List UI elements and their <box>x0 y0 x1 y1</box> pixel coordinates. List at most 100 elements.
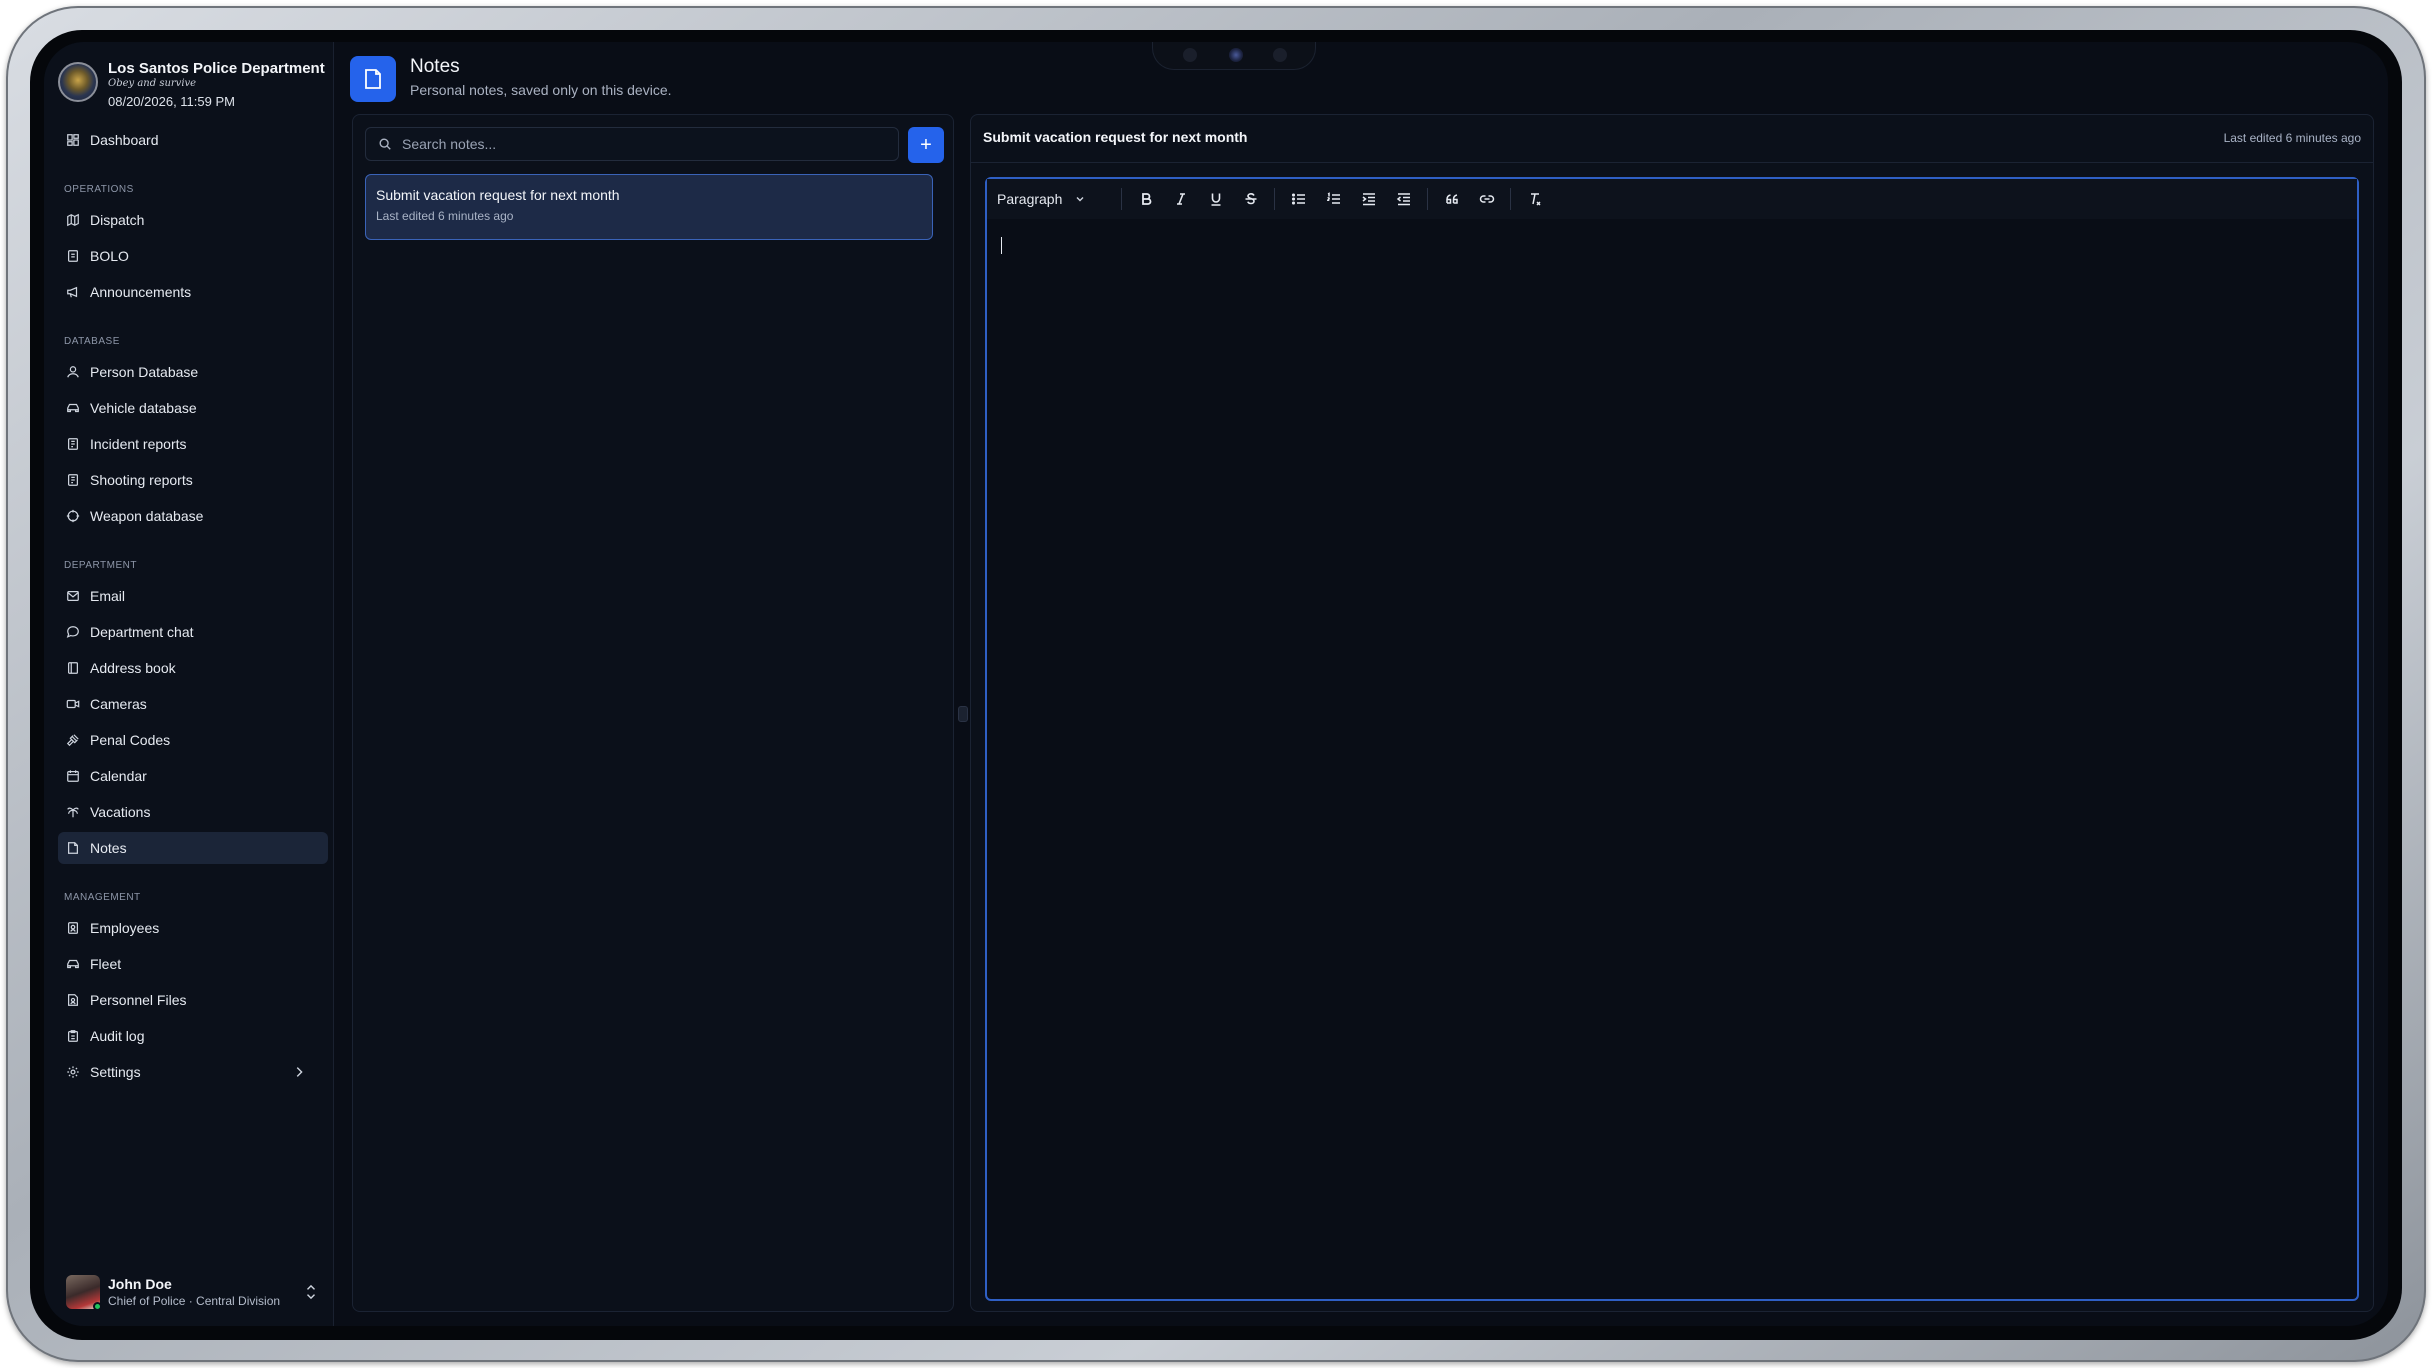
user-icon <box>67 366 79 378</box>
outdent-button[interactable] <box>1386 184 1421 214</box>
section-management: MANAGEMENT <box>64 892 141 903</box>
department-seal-logo <box>58 62 98 102</box>
user-menu[interactable]: John Doe Chief of Police · Central Divis… <box>58 1270 328 1314</box>
file-user-icon <box>68 994 78 1006</box>
toolbar-divider <box>1427 188 1428 210</box>
sidebar-item-label: Incident reports <box>90 436 187 452</box>
search-box[interactable] <box>365 127 899 161</box>
sidebar-item-label: Announcements <box>90 284 192 300</box>
sidebar-item-calendar[interactable]: Calendar <box>58 760 328 792</box>
report-icon <box>68 438 78 450</box>
outdent-icon <box>1396 193 1410 206</box>
address-book-icon <box>68 662 78 674</box>
rich-text-editor: Paragraph <box>985 177 2359 1301</box>
video-camera-icon <box>66 699 80 709</box>
sensor-icon <box>1273 48 1287 62</box>
sidebar-item-label: Calendar <box>90 768 147 784</box>
calendar-icon <box>67 770 79 782</box>
sidebar-item-label: Vacations <box>90 804 151 820</box>
section-operations: OPERATIONS <box>64 184 134 195</box>
add-note-button[interactable]: + <box>908 127 944 163</box>
id-badge-icon <box>68 922 78 934</box>
gear-icon <box>67 1066 79 1078</box>
quote-button[interactable] <box>1434 184 1469 214</box>
section-database: DATABASE <box>64 336 120 347</box>
chevron-up-down-icon[interactable] <box>304 1284 318 1300</box>
sidebar-item-bolo[interactable]: BOLO <box>58 240 328 272</box>
sidebar-item-announcements[interactable]: Announcements <box>58 276 328 308</box>
toolbar-divider <box>1121 188 1122 210</box>
search-input[interactable] <box>402 136 882 152</box>
sidebar-item-person-database[interactable]: Person Database <box>58 356 328 388</box>
sidebar-item-vehicle-database[interactable]: Vehicle database <box>58 392 328 424</box>
editor-content-area[interactable] <box>987 219 2357 1299</box>
car-icon <box>67 403 79 413</box>
sidebar-item-incident-reports[interactable]: Incident reports <box>58 428 328 460</box>
panel-resize-handle[interactable] <box>958 706 968 722</box>
section-department: DEPARTMENT <box>64 560 137 571</box>
sidebar-item-label: Audit log <box>90 1028 145 1044</box>
sidebar-item-audit-log[interactable]: Audit log <box>58 1020 328 1052</box>
page-subtitle: Personal notes, saved only on this devic… <box>410 82 672 98</box>
sidebar-item-email[interactable]: Email <box>58 580 328 612</box>
sidebar-item-employees[interactable]: Employees <box>58 912 328 944</box>
palm-tree-icon <box>67 807 79 818</box>
search-icon <box>379 138 391 150</box>
sidebar-item-label: BOLO <box>90 248 129 264</box>
sidebar-item-personnel-files[interactable]: Personnel Files <box>58 984 328 1016</box>
note-icon <box>68 842 78 854</box>
italic-button[interactable] <box>1163 184 1198 214</box>
camera-notch <box>1152 42 1316 70</box>
sidebar-item-label: Shooting reports <box>90 472 193 488</box>
italic-icon <box>1176 193 1185 205</box>
org-name: Los Santos Police Department <box>108 60 325 77</box>
tablet-bezel: Los Santos Police Department Obey and su… <box>30 30 2402 1340</box>
toolbar-divider <box>1274 188 1275 210</box>
numbered-list-button[interactable] <box>1316 184 1351 214</box>
block-type-select[interactable]: Paragraph <box>997 191 1115 207</box>
bullet-list-button[interactable] <box>1281 184 1316 214</box>
indent-button[interactable] <box>1351 184 1386 214</box>
clear-format-button[interactable] <box>1517 184 1552 214</box>
sidebar-item-label: Address book <box>90 660 176 676</box>
sidebar-item-label: Personnel Files <box>90 992 187 1008</box>
note-title: Submit vacation request for next month <box>376 187 620 203</box>
sidebar-item-fleet[interactable]: Fleet <box>58 948 328 980</box>
editor-header: Submit vacation request for next month L… <box>971 115 2373 163</box>
sidebar-item-notes[interactable]: Notes <box>58 832 328 864</box>
sidebar-item-address-book[interactable]: Address book <box>58 652 328 684</box>
sidebar-item-dispatch[interactable]: Dispatch <box>58 204 328 236</box>
sidebar-item-label: Email <box>90 588 126 604</box>
underline-button[interactable] <box>1198 184 1233 214</box>
crosshair-icon <box>66 509 80 523</box>
sidebar-item-dashboard[interactable]: Dashboard <box>58 124 328 156</box>
link-button[interactable] <box>1469 184 1504 214</box>
bold-button[interactable] <box>1128 184 1163 214</box>
sidebar-item-label: Vehicle database <box>90 400 197 416</box>
sidebar-item-shooting-reports[interactable]: Shooting reports <box>58 464 328 496</box>
list-item[interactable]: Submit vacation request for next month L… <box>365 174 933 240</box>
brand[interactable]: Los Santos Police Department Obey and su… <box>58 48 328 110</box>
toolbar-divider <box>1510 188 1511 210</box>
strikethrough-button[interactable] <box>1233 184 1268 214</box>
bullet-list-icon <box>1291 193 1305 205</box>
mail-icon <box>67 591 79 601</box>
note-meta: Last edited 6 minutes ago <box>376 209 514 223</box>
sidebar-item-department-chat[interactable]: Department chat <box>58 616 328 648</box>
sidebar-item-label: Department chat <box>90 624 194 640</box>
chat-bubble-icon <box>66 626 79 638</box>
notes-list-panel: + Submit vacation request for next month… <box>352 114 954 1312</box>
bold-icon <box>1141 193 1151 205</box>
clear-format-icon <box>1530 193 1541 206</box>
tablet-frame: Los Santos Police Department Obey and su… <box>6 6 2426 1362</box>
online-status-dot <box>93 1302 102 1311</box>
sidebar-item-weapon-database[interactable]: Weapon database <box>58 500 328 532</box>
sidebar-item-penal-codes[interactable]: Penal Codes <box>58 724 328 756</box>
sidebar-item-cameras[interactable]: Cameras <box>58 688 328 720</box>
quote-icon <box>1445 194 1458 204</box>
strikethrough-icon <box>1245 192 1256 205</box>
sidebar-item-vacations[interactable]: Vacations <box>58 796 328 828</box>
user-name: John Doe <box>108 1276 172 1292</box>
sidebar-item-settings[interactable]: Settings <box>58 1056 328 1088</box>
editor-note-title[interactable]: Submit vacation request for next month <box>983 129 1247 145</box>
